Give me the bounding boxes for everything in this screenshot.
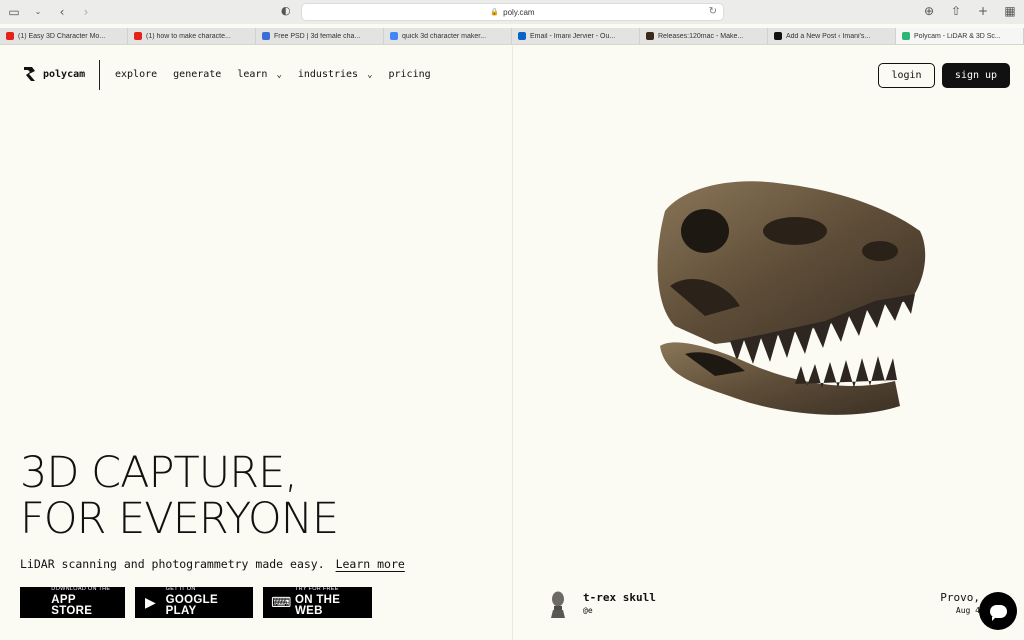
- model-location: Provo,: [940, 591, 980, 604]
- download-icon[interactable]: ⊕: [921, 3, 937, 19]
- nav-label: learn: [237, 69, 268, 80]
- laptop-icon: ⌨: [271, 594, 292, 611]
- hero-title: 3D CAPTURE, FOR EVERYONE: [20, 448, 339, 544]
- tab-favicon-icon: [646, 32, 654, 40]
- model-date: Aug 4: [955, 606, 980, 615]
- tab-favicon-icon: [518, 32, 526, 40]
- nav-explore[interactable]: explore: [115, 69, 157, 80]
- chat-launcher-button[interactable]: [979, 592, 1017, 630]
- tab-favicon-icon: [390, 32, 398, 40]
- badge-small-text: DOWNLOAD ON THE: [51, 586, 111, 593]
- nav-separator: [99, 60, 100, 90]
- google-play-badge[interactable]: ▶ GET IT ON GOOGLE PLAY: [135, 587, 253, 618]
- browser-tab[interactable]: Polycam - LiDAR & 3D Sc...: [896, 28, 1024, 44]
- browser-tab[interactable]: (1) how to make characte...: [128, 28, 256, 44]
- toolbar-left-controls: ▭ ⌄ ‹ ›: [0, 4, 280, 20]
- nav-label: generate: [173, 69, 222, 80]
- hero-title-line-2: FOR EVERYONE: [20, 494, 339, 544]
- creator-handle[interactable]: @e: [583, 606, 593, 615]
- main-nav: explore generate learn ⌄ industries ⌄ pric…: [115, 69, 447, 80]
- split-divider: [512, 46, 513, 640]
- chevron-down-icon[interactable]: ⌄: [30, 4, 46, 20]
- creator-avatar[interactable]: [548, 590, 568, 618]
- tab-label: (1) Easy 3D Character Mo...: [18, 32, 106, 40]
- share-icon[interactable]: ⇧: [948, 3, 964, 19]
- tab-label: Add a New Post ‹ Imani's...: [786, 32, 871, 40]
- tab-favicon-icon: [902, 32, 910, 40]
- nav-generate[interactable]: generate: [173, 69, 221, 80]
- badge-big-text: GOOGLE PLAY: [165, 593, 218, 618]
- browser-toolbar: ▭ ⌄ ‹ › ◐ 🔒 poly.cam ↻ ⊕ ⇧ + ▦: [0, 0, 1024, 24]
- back-icon[interactable]: ‹: [54, 4, 70, 20]
- browser-tab[interactable]: Email - Imani Jervier - Ou...: [512, 28, 640, 44]
- hero-tagline: LiDAR scanning and photogrammetry made e…: [20, 557, 405, 571]
- forward-icon[interactable]: ›: [78, 4, 94, 20]
- tab-label: quick 3d character maker...: [402, 32, 487, 40]
- page: polycam explore generate learn ⌄ industri…: [0, 46, 1024, 640]
- nav-learn[interactable]: learn ⌄: [237, 69, 282, 80]
- brand-name: polycam: [43, 68, 86, 80]
- nav-label: pricing: [388, 69, 431, 80]
- badge-big-text: ON THE WEB: [295, 593, 341, 618]
- hero-title-line-1: 3D CAPTURE,: [20, 448, 298, 498]
- nav-industries[interactable]: industries ⌄: [298, 69, 373, 80]
- nav-label: industries: [297, 69, 359, 80]
- chevron-down-icon: ⌄: [367, 69, 373, 80]
- app-store-badge[interactable]: DOWNLOAD ON THE APP STORE: [20, 587, 125, 618]
- browser-tab[interactable]: Add a New Post ‹ Imani's...: [768, 28, 896, 44]
- browser-tab[interactable]: Releases:120mac - Make...: [640, 28, 768, 44]
- badge-small-text: GET IT ON: [165, 586, 196, 593]
- tab-favicon-icon: [262, 32, 270, 40]
- badge-big-text: APP STORE: [51, 593, 93, 618]
- sidebar-icon[interactable]: ▭: [6, 4, 22, 20]
- polycam-logo-icon: [24, 67, 35, 81]
- tab-favicon-icon: [774, 32, 782, 40]
- model-name[interactable]: t-rex skull: [583, 591, 656, 604]
- tab-label: Polycam - LiDAR & 3D Sc...: [914, 32, 1001, 40]
- trex-skull-model[interactable]: [645, 176, 930, 421]
- chat-icon: [989, 604, 1007, 621]
- address-bar[interactable]: 🔒 poly.cam ↻: [301, 3, 724, 21]
- browser-tab[interactable]: quick 3d character maker...: [384, 28, 512, 44]
- tab-label: Email - Imani Jervier - Ou...: [530, 32, 616, 40]
- google-play-icon: ▶: [144, 594, 156, 611]
- web-app-badge[interactable]: ⌨ TRY FOR FREE ON THE WEB: [263, 587, 372, 618]
- tagline-text: LiDAR scanning and photogrammetry made e…: [20, 557, 325, 571]
- tab-overview-icon[interactable]: ▦: [1002, 3, 1018, 19]
- tab-label: (1) how to make characte...: [146, 32, 231, 40]
- lock-icon: 🔒: [490, 9, 500, 16]
- toolbar-right-controls: ⊕ ⇧ + ▦: [921, 3, 1018, 19]
- learn-more-link[interactable]: Learn more: [336, 557, 405, 571]
- login-button[interactable]: login: [878, 63, 935, 88]
- url-text: poly.cam: [503, 7, 535, 17]
- nav-label: explore: [115, 69, 158, 80]
- tab-favicon-icon: [6, 32, 14, 40]
- chevron-down-icon: ⌄: [276, 69, 282, 80]
- badge-small-text: TRY FOR FREE: [295, 586, 339, 593]
- privacy-shield-icon[interactable]: ◐: [281, 4, 291, 17]
- tab-label: Free PSD | 3d female cha...: [274, 32, 361, 40]
- nav-pricing[interactable]: pricing: [389, 69, 431, 80]
- tab-label: Releases:120mac - Make...: [658, 32, 744, 40]
- brand-logo[interactable]: polycam: [22, 66, 85, 82]
- signup-button[interactable]: sign up: [942, 63, 1010, 88]
- tab-strip: (1) Easy 3D Character Mo... (1) how to ma…: [0, 28, 1024, 45]
- tab-favicon-icon: [134, 32, 142, 40]
- browser-tab[interactable]: Free PSD | 3d female cha...: [256, 28, 384, 44]
- browser-tab[interactable]: (1) Easy 3D Character Mo...: [0, 28, 128, 44]
- reload-icon[interactable]: ↻: [709, 6, 717, 17]
- new-tab-icon[interactable]: +: [975, 3, 991, 19]
